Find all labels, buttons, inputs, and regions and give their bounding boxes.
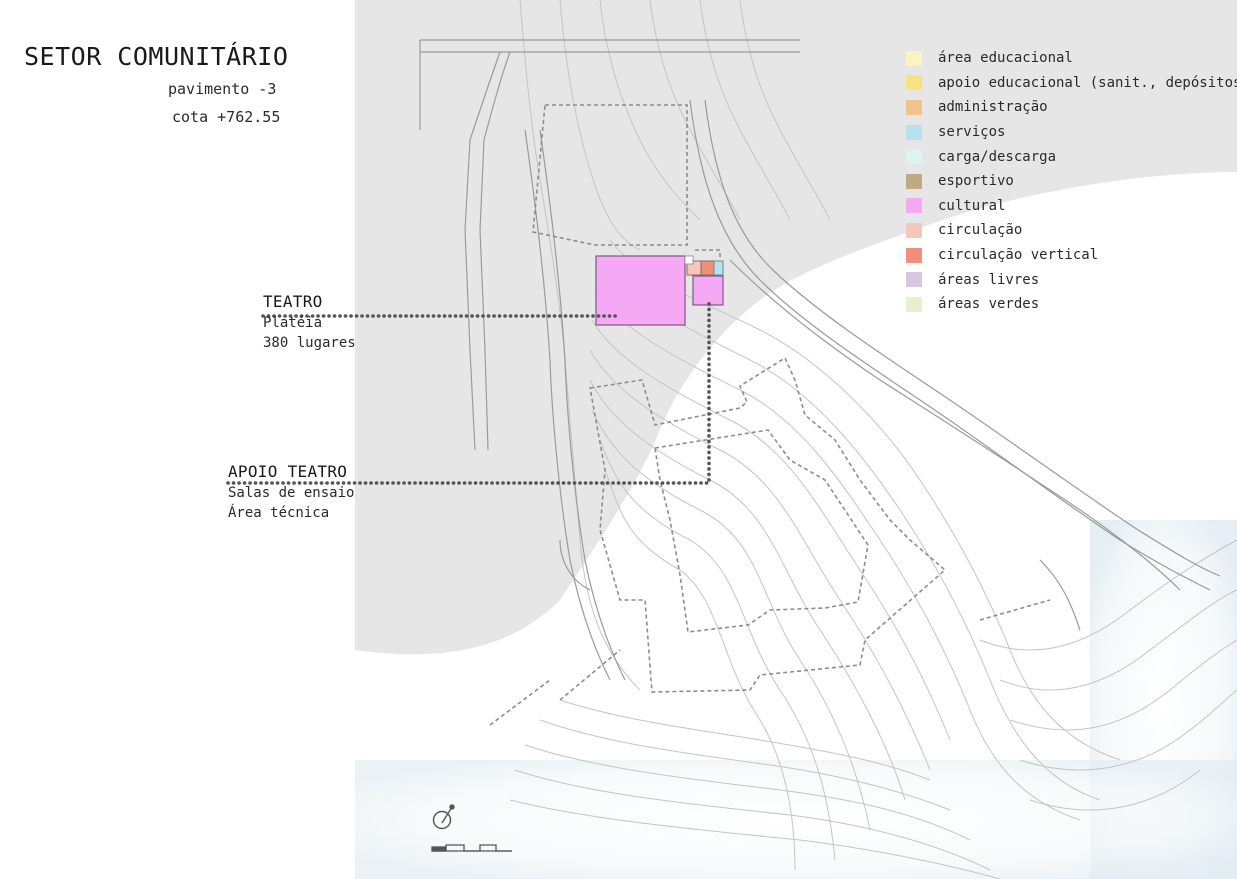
legend-item: serviços bbox=[906, 120, 1237, 145]
legend-label: esportivo bbox=[938, 173, 1014, 190]
legend-item: apoio educacional (sanit., depósitos) bbox=[906, 71, 1237, 96]
legend-label: apoio educacional (sanit., depósitos) bbox=[938, 74, 1237, 91]
legend-label: cultural bbox=[938, 197, 1006, 214]
legend-label: serviços bbox=[938, 124, 1006, 141]
legend-swatch bbox=[906, 198, 922, 214]
teatro-detail-2: 380 lugares bbox=[263, 335, 356, 351]
floor-level: pavimento -3 bbox=[168, 80, 277, 98]
legend-item: circulação vertical bbox=[906, 243, 1237, 268]
legend-swatch bbox=[906, 124, 922, 140]
services-block[interactable] bbox=[713, 260, 724, 276]
teatro-callout: TEATRO Platéia 380 lugares bbox=[263, 292, 356, 351]
legend-item: áreas verdes bbox=[906, 292, 1237, 317]
color-legend: área educacional apoio educacional (sanit… bbox=[906, 46, 1237, 317]
legend-label: circulação bbox=[938, 222, 1023, 239]
elevation-label: cota +762.55 bbox=[172, 108, 281, 126]
legend-label: área educacional bbox=[938, 50, 1073, 67]
apoio-detail-2: Área técnica bbox=[228, 505, 330, 521]
legend-label: áreas livres bbox=[938, 271, 1040, 288]
legend-item: áreas livres bbox=[906, 267, 1237, 292]
legend-swatch bbox=[906, 296, 922, 312]
legend-label: administração bbox=[938, 99, 1048, 116]
legend-swatch bbox=[906, 149, 922, 165]
teatro-title: TEATRO bbox=[263, 292, 323, 311]
water-tint-bottom bbox=[355, 760, 1237, 879]
legend-item: carga/descarga bbox=[906, 144, 1237, 169]
stair-box bbox=[684, 255, 694, 265]
legend-item: administração bbox=[906, 95, 1237, 120]
apoio-detail-1: Salas de ensaio bbox=[228, 485, 355, 501]
apoio-teatro-callout: APOIO TEATRO Salas de ensaio Área técnic… bbox=[228, 462, 354, 521]
legend-label: circulação vertical bbox=[938, 247, 1099, 264]
legend-label: áreas verdes bbox=[938, 296, 1040, 313]
legend-swatch bbox=[906, 99, 922, 115]
legend-item: cultural bbox=[906, 194, 1237, 219]
legend-item: área educacional bbox=[906, 46, 1237, 71]
legend-item: circulação bbox=[906, 218, 1237, 243]
legend-swatch bbox=[906, 50, 922, 66]
legend-label: carga/descarga bbox=[938, 148, 1057, 165]
legend-swatch bbox=[906, 247, 922, 263]
legend-swatch bbox=[906, 75, 922, 91]
legend-swatch bbox=[906, 222, 922, 238]
legend-swatch bbox=[906, 173, 922, 189]
legend-swatch bbox=[906, 272, 922, 288]
teatro-detail-1: Platéia bbox=[263, 315, 323, 331]
apoio-title: APOIO TEATRO bbox=[228, 462, 348, 481]
vertical-circulation-block[interactable] bbox=[700, 260, 715, 276]
legend-item: esportivo bbox=[906, 169, 1237, 194]
sector-title: SETOR COMUNITÁRIO bbox=[24, 42, 289, 71]
apoio-teatro-block[interactable] bbox=[692, 275, 724, 306]
